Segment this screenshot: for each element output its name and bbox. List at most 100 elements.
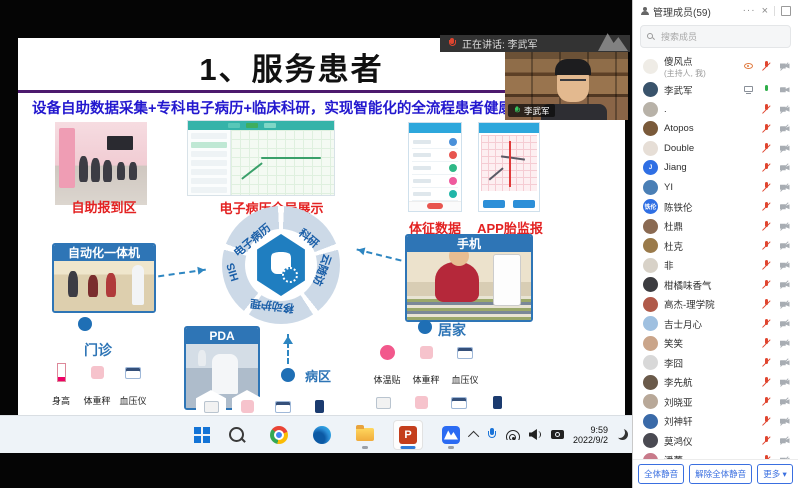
more-button[interactable]: 更多 ▾ <box>757 464 793 484</box>
volume-icon[interactable] <box>529 429 542 440</box>
mic-off-icon[interactable] <box>761 240 772 251</box>
dock-panel-icon[interactable] <box>781 6 791 16</box>
member-row[interactable]: 杜鼎 <box>633 217 798 237</box>
mic-off-icon[interactable] <box>761 318 772 329</box>
member-row[interactable]: 高杰-理学院 <box>633 295 798 315</box>
mute-all-button[interactable]: 全体静音 <box>638 464 684 484</box>
mic-off-icon[interactable] <box>761 299 772 310</box>
cam-off-icon[interactable] <box>779 357 790 368</box>
taskbar-explorer-button[interactable] <box>350 420 380 450</box>
member-row[interactable]: Double <box>633 139 798 159</box>
cam-off-icon[interactable] <box>779 435 790 446</box>
cam-off-icon[interactable] <box>779 279 790 290</box>
cam-off-icon[interactable] <box>779 182 790 193</box>
mic-off-icon[interactable] <box>761 377 772 388</box>
cam-off-icon[interactable] <box>779 318 790 329</box>
member-row[interactable]: 傻风点 (主持人, 我) <box>633 52 798 80</box>
search-icon <box>647 33 655 41</box>
member-row[interactable]: 杜克 <box>633 236 798 256</box>
member-row[interactable]: 刘神轩 <box>633 412 798 432</box>
member-row[interactable]: 柑橘味香气 <box>633 275 798 295</box>
member-row[interactable]: 李先航 <box>633 373 798 393</box>
member-list: 傻风点 (主持人, 我) 李武军 . Atopos Double <box>633 52 798 460</box>
search-input[interactable] <box>659 31 784 43</box>
member-row[interactable]: 笑笑 <box>633 334 798 354</box>
mic-off-icon[interactable] <box>761 357 772 368</box>
taskbar-powerpoint-button[interactable]: P <box>393 420 423 450</box>
member-row[interactable]: J Jiang <box>633 158 798 178</box>
cam-off-icon[interactable] <box>779 299 790 310</box>
member-row[interactable]: 李武军 <box>633 80 798 100</box>
member-search-box[interactable] <box>640 25 791 48</box>
mic-off-icon[interactable] <box>761 182 772 193</box>
cam-on-icon[interactable] <box>779 84 790 95</box>
cam-off-icon[interactable] <box>779 396 790 407</box>
member-row[interactable]: 吉士月心 <box>633 314 798 334</box>
device-label: 血压仪 <box>113 394 153 407</box>
cam-off-icon[interactable] <box>779 240 790 251</box>
mic-off-icon[interactable] <box>761 201 772 212</box>
tray-time: 9:59 <box>590 425 608 435</box>
mic-off-icon[interactable] <box>761 396 772 407</box>
cam-off-icon[interactable] <box>779 338 790 349</box>
pda-caption: PDA <box>186 328 258 344</box>
cam-off-icon[interactable] <box>779 260 790 271</box>
member-panel: 管理成员(59) ··· × 傻风点 (主持人, 我) 李武军 <box>632 0 798 488</box>
webcam-name: 李武军 <box>524 105 550 117</box>
taskbar-edge-button[interactable] <box>307 420 337 450</box>
wifi-icon[interactable] <box>506 429 520 440</box>
mic-off-icon[interactable] <box>761 260 772 271</box>
cam-off-icon[interactable] <box>779 377 790 388</box>
taskbar-start-button[interactable] <box>178 420 208 450</box>
camera-icon[interactable] <box>551 430 564 439</box>
mic-off-icon[interactable] <box>761 338 772 349</box>
ring-label: 移动护理 <box>249 295 295 316</box>
tray-mic-icon[interactable] <box>488 428 497 441</box>
mic-off-icon[interactable] <box>761 143 772 154</box>
member-name: 柑橘味香气 <box>664 278 712 292</box>
avatar <box>643 82 658 97</box>
taskbar-chrome-button[interactable] <box>264 420 294 450</box>
mic-off-icon[interactable] <box>761 221 772 232</box>
member-row[interactable]: . <box>633 100 798 120</box>
member-row[interactable]: 铁伦 陈铁伦 <box>633 197 798 217</box>
mic-off-icon[interactable] <box>761 61 772 72</box>
cam-off-icon[interactable] <box>779 201 790 212</box>
mic-on-icon[interactable] <box>761 84 772 95</box>
member-row[interactable]: YI <box>633 178 798 198</box>
tray-expand-icon[interactable] <box>468 430 479 441</box>
share-icon[interactable] <box>743 84 754 95</box>
avatar <box>643 375 658 390</box>
member-name: 吉士月心 <box>664 317 702 331</box>
close-icon[interactable]: × <box>762 5 768 17</box>
mic-off-icon[interactable] <box>761 279 772 290</box>
aio-machine-photo: 自动化一体机 <box>52 243 156 313</box>
file-explorer-icon <box>356 428 374 441</box>
eye-icon[interactable] <box>743 61 754 72</box>
member-row[interactable]: 莫鸿仪 <box>633 431 798 451</box>
mic-off-icon[interactable] <box>761 162 772 173</box>
taskbar-meeting-button[interactable] <box>436 420 466 450</box>
cam-off-icon[interactable] <box>779 416 790 427</box>
member-row[interactable]: 刘晓亚 <box>633 392 798 412</box>
mic-off-icon[interactable] <box>761 435 772 446</box>
cam-off-icon[interactable] <box>779 104 790 115</box>
cam-off-icon[interactable] <box>779 143 790 154</box>
unmute-all-button[interactable]: 解除全体静音 <box>689 464 752 484</box>
cam-off-icon[interactable] <box>779 123 790 134</box>
mic-off-icon[interactable] <box>761 416 772 427</box>
mic-off-icon[interactable] <box>761 123 772 134</box>
cam-off-icon[interactable] <box>779 61 790 72</box>
taskbar-search-button[interactable] <box>221 420 251 450</box>
member-row[interactable]: 非 <box>633 256 798 276</box>
more-options-icon[interactable]: ··· <box>743 8 756 14</box>
member-row[interactable]: Atopos <box>633 119 798 139</box>
member-row[interactable]: 李囧 <box>633 353 798 373</box>
webcam-window[interactable]: 李武军 <box>505 52 628 120</box>
cam-off-icon[interactable] <box>779 221 790 232</box>
mic-off-icon[interactable] <box>761 104 772 115</box>
taskbar-clock[interactable]: 9:59 2022/9/2 <box>573 425 608 445</box>
member-role: (主持人, 我) <box>664 68 706 79</box>
cam-off-icon[interactable] <box>779 162 790 173</box>
focus-assist-icon[interactable] <box>617 429 628 440</box>
